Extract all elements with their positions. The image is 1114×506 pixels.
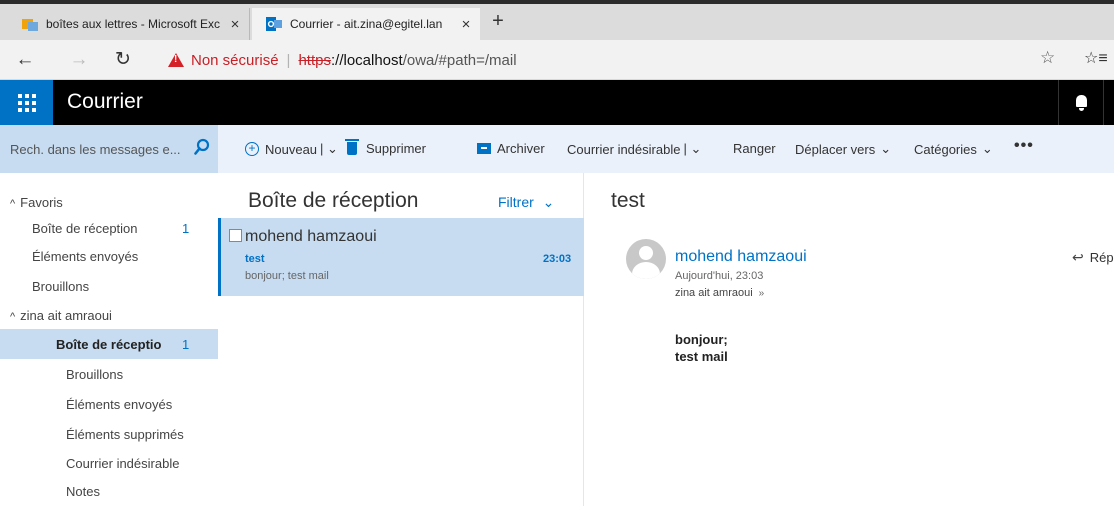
junk-label: Courrier indésirable — [567, 141, 681, 157]
folder-item-notes[interactable]: Notes — [66, 484, 100, 499]
exchange-icon — [22, 19, 38, 31]
star-icon[interactable]: ☆ — [1040, 48, 1055, 68]
chevron-down-icon: ⌄ — [880, 141, 892, 156]
folder-item-drafts[interactable]: Brouillons — [66, 367, 123, 382]
move-to-button[interactable]: Déplacer vers ⌄ — [795, 141, 891, 157]
list-title: Boîte de réception — [248, 189, 419, 212]
chevron-down-icon: ⌄ — [981, 141, 993, 156]
message-preview: bonjour; test mail — [245, 270, 329, 282]
folder-pane: ^ Favoris Boîte de réception 1 Éléments e… — [0, 173, 218, 506]
move-label: Déplacer vers — [795, 141, 876, 157]
folder-item-inbox-favorite[interactable]: Boîte de réception 1 — [32, 221, 202, 236]
account-group-header[interactable]: ^ zina ait amraoui — [10, 308, 112, 323]
url-host: ://localhost — [330, 51, 403, 69]
avatar — [626, 239, 666, 279]
sweep-button[interactable]: Ranger — [733, 141, 776, 156]
account-header-label: zina ait amraoui — [20, 308, 112, 323]
folder-item-sent[interactable]: Éléments envoyés — [66, 397, 172, 412]
app-launcher-icon[interactable] — [0, 80, 53, 125]
archive-button[interactable]: Archiver — [477, 141, 545, 156]
folder-item-sent-favorite[interactable]: Éléments envoyés — [32, 249, 138, 264]
reading-pane: test mohend hamzaoui Aujourd'hui, 23:03 … — [585, 173, 1114, 506]
app-title: Courrier — [67, 90, 143, 113]
select-checkbox[interactable] — [229, 229, 242, 242]
browser-tab-strip: boîtes aux lettres - Microsoft Exc × Cou… — [0, 0, 1114, 40]
filter-label: Filtrer — [498, 194, 534, 210]
body-line: bonjour; — [675, 332, 728, 347]
chevron-down-icon: ⌄ — [542, 194, 555, 210]
folder-item-deleted[interactable]: Éléments supprimés — [66, 427, 184, 442]
tab-close-icon[interactable]: × — [221, 16, 249, 33]
more-options-icon[interactable]: ••• — [1014, 137, 1034, 155]
delete-label: Supprimer — [366, 141, 426, 156]
favorites-icon[interactable]: ☆≡ — [1084, 48, 1108, 68]
reply-icon: ↩ — [1072, 249, 1084, 265]
message-subject-heading: test — [611, 189, 645, 212]
favorites-header-label: Favoris — [20, 195, 63, 210]
message-body: bonjour; test mail — [675, 331, 728, 365]
url-path: /owa/#path=/mail — [402, 51, 517, 69]
list-item[interactable]: mohend hamzaoui test 23:03 bonjour; test… — [218, 218, 584, 296]
forward-icon[interactable]: → — [66, 48, 92, 72]
message-subject: test — [245, 253, 265, 265]
folder-item-drafts-favorite[interactable]: Brouillons — [32, 279, 89, 294]
delete-button[interactable]: Supprimer — [345, 139, 426, 156]
recipient-name: zina ait amraoui — [675, 287, 753, 299]
search-icon[interactable] — [194, 138, 210, 156]
notifications-button[interactable] — [1058, 80, 1104, 125]
app-header: Courrier — [0, 80, 1114, 125]
outlook-icon — [266, 17, 282, 31]
message-sender: mohend hamzaoui — [245, 228, 377, 245]
trash-icon — [345, 139, 359, 155]
url-separator: | — [286, 51, 291, 69]
message-date: Aujourd'hui, 23:03 — [675, 270, 764, 282]
collapse-icon: ^ — [10, 198, 16, 210]
message-time: 23:03 — [543, 253, 572, 265]
body-line: test mail — [675, 349, 728, 364]
url-field[interactable]: Non sécurisé | https ://localhost /owa/#… — [168, 49, 517, 71]
bell-icon — [1076, 95, 1087, 111]
unread-count: 1 — [182, 337, 190, 352]
tab-title: boîtes aux lettres - Microsoft Exc — [46, 17, 221, 31]
sender-name-link[interactable]: mohend hamzaoui — [675, 248, 807, 266]
tab-close-icon[interactable]: × — [452, 16, 480, 33]
address-bar: ← → ↻ Non sécurisé | https ://localhost … — [0, 40, 1114, 80]
expand-recipients-icon[interactable]: » — [759, 288, 765, 299]
junk-dropdown-icon[interactable]: | ⌄ — [683, 141, 701, 157]
new-label: Nouveau — [265, 141, 318, 157]
search-placeholder: Rech. dans les messages e... — [10, 141, 181, 157]
folder-item-junk[interactable]: Courrier indésirable — [66, 456, 179, 471]
reply-button[interactable]: ↩ Rép — [1072, 249, 1114, 266]
warning-icon — [168, 53, 184, 67]
message-list: Boîte de réception Filtrer ⌄ mohend hamz… — [218, 173, 584, 506]
back-icon[interactable]: ← — [12, 48, 38, 72]
unread-count: 1 — [182, 221, 190, 236]
new-tab-button[interactable]: + — [486, 10, 510, 33]
browser-tab-courrier[interactable]: Courrier - ait.zina@egitel.lan × — [252, 8, 480, 40]
categories-label: Catégories — [914, 141, 977, 157]
new-button[interactable]: + Nouveau | ⌄ — [245, 141, 338, 157]
filter-button[interactable]: Filtrer ⌄ — [498, 194, 554, 211]
reload-icon[interactable]: ↻ — [110, 48, 136, 72]
folder-item-inbox[interactable]: Boîte de réceptio 1 — [56, 337, 216, 352]
new-dropdown-icon[interactable]: | ⌄ — [320, 141, 338, 157]
archive-icon — [477, 143, 491, 154]
folder-label: Boîte de réceptio — [56, 337, 162, 352]
insecure-label: Non sécurisé — [191, 51, 279, 69]
tab-title: Courrier - ait.zina@egitel.lan — [290, 17, 443, 31]
reply-label: Rép — [1089, 250, 1114, 265]
folder-label: Boîte de réception — [32, 221, 138, 236]
favorites-group-header[interactable]: ^ Favoris — [10, 195, 63, 210]
junk-button[interactable]: Courrier indésirable | ⌄ — [567, 141, 701, 157]
url-protocol: https — [298, 51, 331, 69]
recipient-line[interactable]: zina ait amraoui » — [675, 287, 764, 299]
plus-circle-icon: + — [245, 142, 259, 156]
archive-label: Archiver — [497, 141, 545, 156]
search-input[interactable]: Rech. dans les messages e... — [0, 125, 218, 173]
collapse-icon: ^ — [10, 311, 16, 323]
browser-tab-exchange[interactable]: boîtes aux lettres - Microsoft Exc × — [8, 8, 250, 40]
categories-button[interactable]: Catégories ⌄ — [914, 141, 993, 157]
command-bar: Rech. dans les messages e... + Nouveau |… — [0, 125, 1114, 173]
